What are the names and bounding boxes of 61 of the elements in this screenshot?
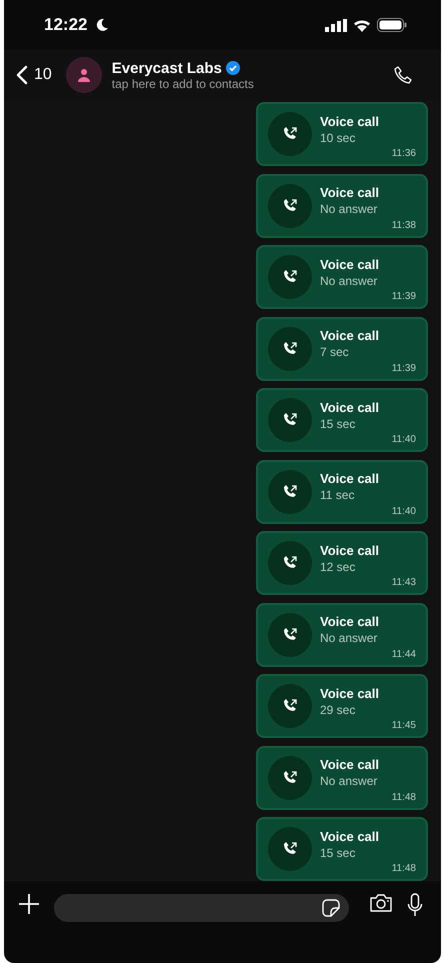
message-time: 11:44 <box>392 648 416 660</box>
plus-icon[interactable] <box>18 893 40 915</box>
call-title: Voice call <box>320 686 380 700</box>
call-title: Voice call <box>320 185 380 200</box>
call-title: Voice call <box>320 400 380 414</box>
message-time: 11:40 <box>392 434 416 445</box>
battery-icon <box>377 18 407 32</box>
contact-subtitle[interactable]: tap here to add to contacts <box>112 76 383 90</box>
microphone-icon[interactable] <box>407 893 423 917</box>
call-title: Voice call <box>320 471 380 486</box>
message-time: 11:43 <box>392 577 416 588</box>
call-duration: 7 sec <box>320 345 350 359</box>
message-field[interactable] <box>54 894 349 922</box>
call-title: Voice call <box>320 114 380 128</box>
message-time: 11:48 <box>392 863 416 874</box>
call-duration: No answer <box>320 631 378 645</box>
call-title: Voice call <box>320 256 380 272</box>
phone-icon[interactable] <box>393 65 413 85</box>
call-duration: No answer <box>320 202 378 216</box>
message-time: 11:48 <box>392 792 416 802</box>
message-time: 11:39 <box>392 291 416 302</box>
sticker-icon[interactable] <box>321 898 341 918</box>
call-bubble[interactable]: Voice call No answer 11:48 <box>256 746 428 810</box>
call-duration: 12 sec <box>320 560 356 574</box>
wifi-icon <box>353 18 371 32</box>
call-bubble[interactable]: Voice call 15 sec 11:48 <box>256 817 428 881</box>
call-duration: 11 sec <box>320 488 356 502</box>
call-duration: 15 sec <box>320 416 356 430</box>
call-duration: 10 sec <box>320 130 356 144</box>
call-title: Voice call <box>320 614 380 629</box>
moon-icon <box>95 18 110 32</box>
call-bubble[interactable]: Voice call No answer 11:44 <box>256 602 428 666</box>
status-time: 12:22 <box>44 15 88 35</box>
call-bubble[interactable]: Voice call No answer 11:38 <box>256 174 428 238</box>
call-duration: 15 sec <box>320 846 356 860</box>
message-time: 11:40 <box>392 506 416 516</box>
call-title: Voice call <box>320 328 380 343</box>
message-time: 11:45 <box>392 720 416 731</box>
call-duration: No answer <box>320 774 378 788</box>
contact-name[interactable]: Everycast Labs <box>112 60 222 76</box>
call-title: Voice call <box>320 757 380 772</box>
person-icon <box>76 68 91 82</box>
message-time: 11:38 <box>392 220 416 230</box>
call-duration: 29 sec <box>320 702 356 716</box>
call-bubble[interactable]: Voice call 29 sec 11:45 <box>256 674 428 738</box>
call-bubble[interactable]: Voice call 7 sec 11:39 <box>256 316 428 380</box>
call-bubble[interactable]: Voice call 12 sec 11:43 <box>256 531 428 595</box>
call-title: Voice call <box>320 542 380 558</box>
back-button[interactable]: 10 <box>16 65 52 85</box>
chevron-left-icon <box>16 65 28 85</box>
call-bubble[interactable]: Voice call 10 sec 11:36 <box>256 102 428 166</box>
message-time: 11:39 <box>392 362 416 374</box>
call-bubble[interactable]: Voice call 15 sec 11:40 <box>256 388 428 452</box>
call-bubble[interactable]: Voice call No answer 11:39 <box>256 245 428 309</box>
call-duration: No answer <box>320 274 378 288</box>
call-title: Voice call <box>320 828 380 844</box>
call-bubble[interactable]: Voice call 11 sec 11:40 <box>256 460 428 524</box>
message-time: 11:36 <box>392 148 416 159</box>
camera-icon[interactable] <box>369 893 393 913</box>
avatar[interactable] <box>66 57 102 93</box>
signal-icon <box>325 18 347 32</box>
